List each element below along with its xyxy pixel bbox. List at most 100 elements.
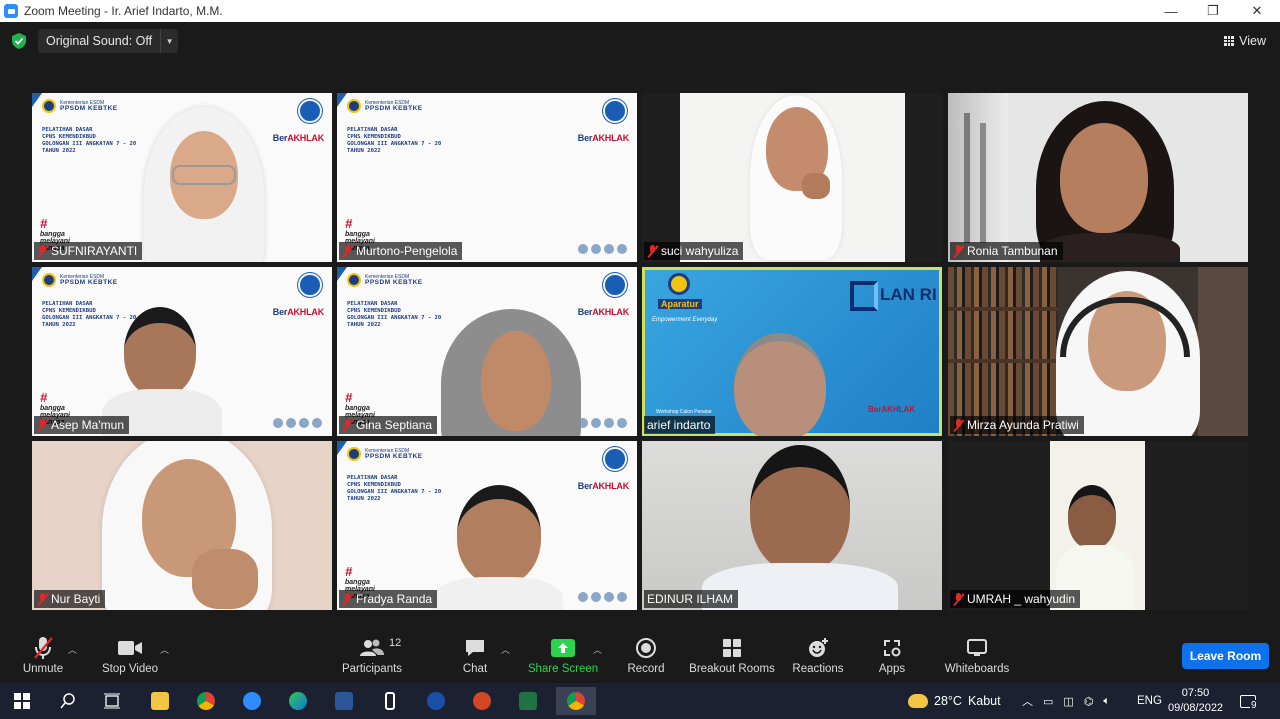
close-button[interactable]: ✕ <box>1234 0 1280 22</box>
meet-now-icon[interactable]: ◫ <box>1063 695 1073 708</box>
video-tile[interactable]: UMRAH _ wahyudin <box>948 441 1248 610</box>
video-tile[interactable]: Kementerian ESDM PPSDM KEBTKE PELATIHAN D… <box>32 93 332 262</box>
tut-wuri-logo-icon <box>603 99 627 123</box>
chat-label: Chat <box>462 663 488 675</box>
video-camera-icon <box>117 635 143 661</box>
view-button[interactable]: View <box>1224 34 1266 48</box>
video-tile[interactable]: Kementerian ESDM PPSDM KEBTKE PELATIHAN D… <box>337 93 637 262</box>
participants-count: 12 <box>389 637 402 649</box>
mic-muted-icon <box>953 244 964 258</box>
apps-icon <box>882 635 902 661</box>
excel-icon[interactable] <box>512 687 544 715</box>
chrome-icon[interactable] <box>190 687 222 715</box>
esdm-logo-icon <box>347 273 361 287</box>
tut-wuri-logo-icon <box>298 273 322 297</box>
participant-name-tag: suci wahyuliza <box>644 242 744 260</box>
restore-button[interactable]: ❐ <box>1190 0 1236 22</box>
record-icon <box>636 635 656 661</box>
share-screen-button[interactable]: Share Screen <box>528 627 598 683</box>
aparatur-logo: Aparatur <box>658 299 702 309</box>
participant-name-tag: arief indarto <box>644 416 716 434</box>
mic-muted-icon <box>342 592 353 606</box>
audio-options-chevron-icon[interactable]: ︿ <box>68 643 77 656</box>
chat-options-chevron-icon[interactable]: ︿ <box>501 643 510 656</box>
stop-video-button[interactable]: Stop Video <box>100 627 160 683</box>
breakout-rooms-label: Breakout Rooms <box>689 663 775 675</box>
leave-room-button[interactable]: Leave Room <box>1182 643 1269 669</box>
chrome-active-icon[interactable] <box>556 687 596 715</box>
video-tile[interactable]: suci wahyuliza <box>642 93 942 262</box>
encryption-shield-icon[interactable] <box>12 33 26 49</box>
apps-label: Apps <box>878 663 906 675</box>
workshop-text: Workshop Calon Penatar <box>656 409 712 415</box>
unmute-button[interactable]: Unmute <box>22 627 64 683</box>
battery-app-icon[interactable] <box>374 687 406 715</box>
esdm-logo-icon <box>42 273 56 287</box>
tut-wuri-logo-icon <box>603 447 627 471</box>
video-tile[interactable]: Mirza Ayunda Pratiwi <box>948 267 1248 436</box>
whiteboards-button[interactable]: Whiteboards <box>942 627 1012 683</box>
notification-count: 9 <box>1250 699 1258 711</box>
clock[interactable]: 07:50 09/08/2022 <box>1168 683 1223 719</box>
chat-bubble-icon <box>464 635 486 661</box>
zoom-app-icon <box>4 4 18 18</box>
windows-taskbar: 28°C Kabut ︿ ▭ ◫ ⌬ 🔈︎ ENG 07:50 09/08/20… <box>0 683 1280 719</box>
wifi-icon[interactable]: ⌬ <box>1084 695 1094 708</box>
powerpoint-icon[interactable] <box>466 687 498 715</box>
lan-logo-icon <box>850 281 878 311</box>
video-tile[interactable]: Kementerian ESDM PPSDM KEBTKE PELATIHAN D… <box>32 267 332 436</box>
minimize-button[interactable]: — <box>1148 0 1194 22</box>
esdm-logo-icon <box>42 99 56 113</box>
start-icon[interactable] <box>6 687 38 715</box>
participant-name-tag: Ronia Tambunan <box>950 242 1063 260</box>
weather-description: Kabut <box>967 694 1001 708</box>
file-explorer-icon[interactable] <box>144 687 176 715</box>
chevron-up-icon[interactable]: ︿ <box>1022 693 1033 709</box>
reactions-button[interactable]: Reactions <box>792 627 844 683</box>
partner-logos <box>578 244 627 254</box>
video-options-chevron-icon[interactable]: ︿ <box>160 643 169 656</box>
meeting-topbar <box>0 22 1280 62</box>
video-tile[interactable]: Kementerian ESDM PPSDM KEBTKE PELATIHAN D… <box>337 441 637 610</box>
participant-name-tag: SUFNIRAYANTI <box>34 242 143 260</box>
breakout-rooms-button[interactable]: Breakout Rooms <box>689 627 775 683</box>
language-indicator[interactable]: ENG <box>1137 683 1162 719</box>
chat-button[interactable]: Chat <box>459 627 491 683</box>
esdm-logo-icon <box>347 99 361 113</box>
weather-widget[interactable]: 28°C Kabut <box>908 683 1001 719</box>
participants-button[interactable]: 12 Participants <box>342 627 402 683</box>
participant-name-tag: Nur Bayti <box>34 590 106 608</box>
record-button[interactable]: Record <box>626 627 666 683</box>
participant-name-tag: Murtono-Pengelola <box>339 242 463 260</box>
word-icon[interactable] <box>328 687 360 715</box>
meeting-controls: Unmute ︿ Stop Video ︿ 12 Participants Ch… <box>0 627 1280 683</box>
clock-time: 07:50 <box>1181 687 1210 699</box>
edge-icon[interactable] <box>282 687 314 715</box>
share-options-chevron-icon[interactable]: ︿ <box>593 643 602 656</box>
volume-icon[interactable]: 🔈︎ <box>1103 695 1110 708</box>
lan-ri-logo: LAN RI <box>880 285 937 304</box>
video-tile[interactable]: Ronia Tambunan <box>948 93 1248 262</box>
task-view-icon[interactable] <box>96 687 128 715</box>
network-icon[interactable]: ▭ <box>1043 695 1053 708</box>
video-tile-active-speaker[interactable]: Aparatur Empowerment Everyday LAN RI Ber… <box>642 267 942 436</box>
video-tile[interactable]: EDINUR ILHAM <box>642 441 942 610</box>
search-icon[interactable] <box>52 687 84 715</box>
chevron-down-icon[interactable]: ▼ <box>160 29 178 53</box>
original-sound-toggle[interactable]: Original Sound: Off ▼ <box>38 29 179 53</box>
participant-name-tag: Gina Septiana <box>339 416 438 434</box>
apps-button[interactable]: Apps <box>876 627 908 683</box>
partner-logos <box>273 418 322 428</box>
zoom-icon[interactable] <box>236 687 268 715</box>
wondershare-icon[interactable] <box>420 687 452 715</box>
breakout-rooms-icon <box>722 635 742 661</box>
notifications-button[interactable]: 9 <box>1240 683 1258 719</box>
video-tile[interactable]: Kementerian ESDM PPSDM KEBTKE PELATIHAN D… <box>337 267 637 436</box>
mic-muted-icon <box>953 592 964 606</box>
mic-muted-icon <box>37 418 48 432</box>
tagline-text: Empowerment Everyday <box>652 317 718 323</box>
grid-view-icon <box>1224 36 1235 46</box>
share-screen-icon <box>551 635 575 661</box>
mic-muted-icon <box>32 635 54 661</box>
video-tile[interactable]: Nur Bayti <box>32 441 332 610</box>
